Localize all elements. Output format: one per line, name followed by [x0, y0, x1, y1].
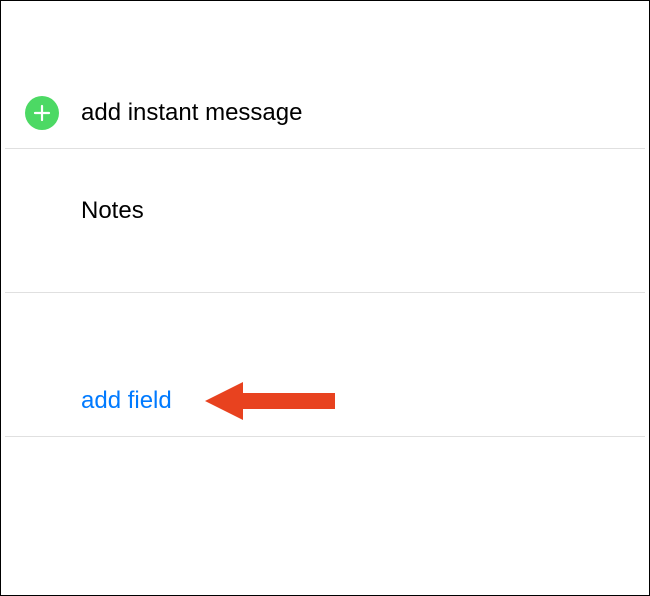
contact-edit-form: add instant message Notes add field	[5, 5, 645, 591]
spacer	[5, 293, 645, 365]
plus-icon	[25, 96, 59, 130]
add-instant-message-row[interactable]: add instant message	[5, 77, 645, 149]
notes-row[interactable]: Notes	[5, 149, 645, 293]
add-instant-message-label: add instant message	[81, 99, 302, 127]
add-field-label: add field	[81, 387, 172, 415]
add-field-row[interactable]: add field	[5, 365, 645, 437]
notes-label: Notes	[81, 197, 144, 225]
arrow-annotation	[205, 376, 345, 426]
